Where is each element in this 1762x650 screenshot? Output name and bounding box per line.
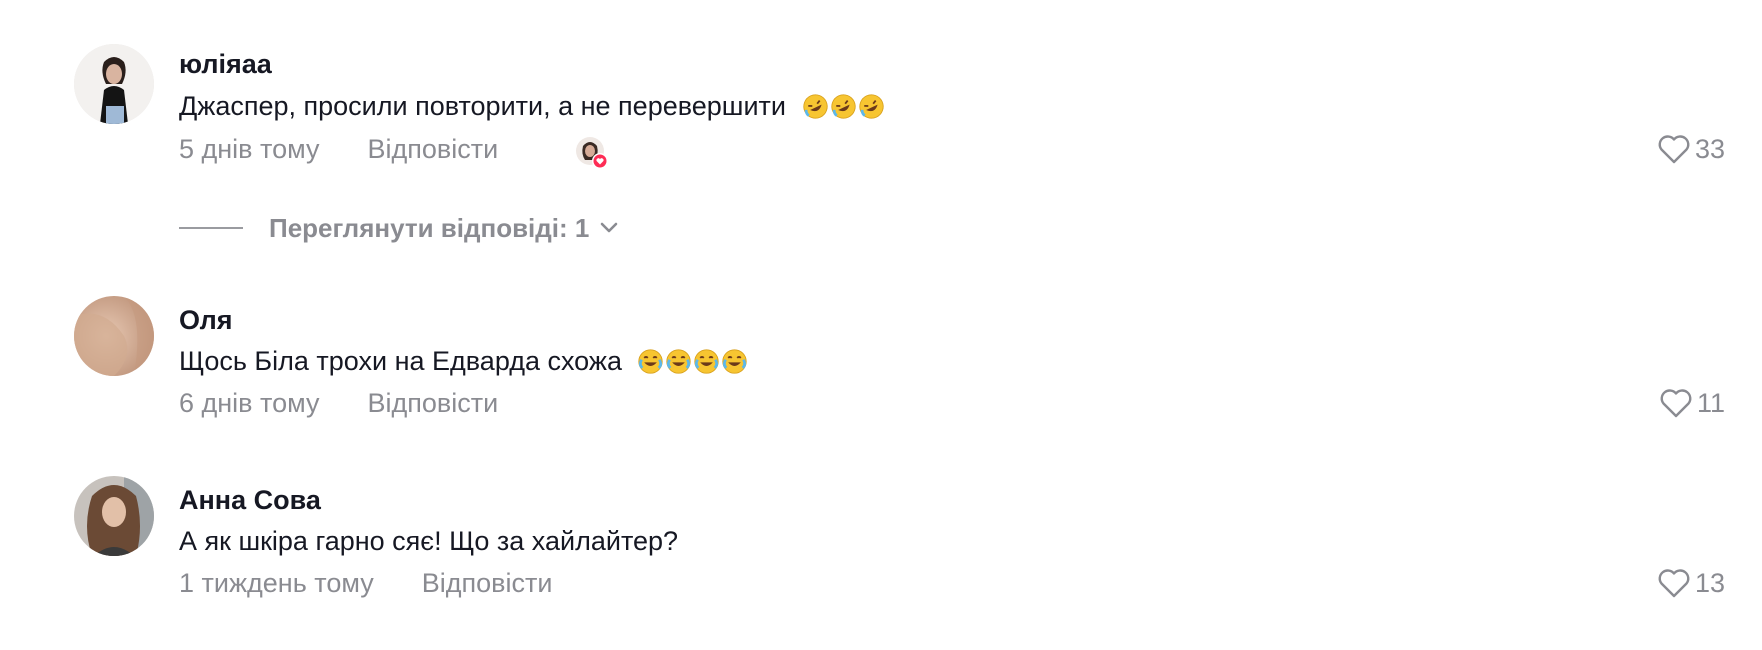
avatar[interactable] — [74, 44, 154, 124]
avatar[interactable] — [74, 296, 154, 376]
comment-meta: 1 тиждень тому Відповісти — [179, 566, 552, 600]
comment-text-content: Джаспер, просили повторити, а не перевер… — [179, 91, 786, 121]
comment-item: юліяаа Джаспер, просили повторити, а не … — [0, 0, 1762, 243]
tears-of-joy-emoji-icon — [666, 349, 692, 374]
rolling-laughing-emoji-icon — [858, 94, 884, 119]
comment-meta: 6 днів тому Відповісти — [179, 386, 498, 420]
comment-item: Оля Щось Біла трохи на Едварда схожа 6 д… — [0, 290, 1762, 440]
view-replies-label: Переглянути відповіді: 1 — [269, 213, 590, 243]
reply-button[interactable]: Відповісти — [367, 132, 498, 166]
comment-text: А як шкіра гарно сяє! Що за хайлайтер? — [179, 524, 678, 558]
like-count: 33 — [1694, 134, 1725, 164]
comment-meta: 5 днів тому Відповісти — [179, 132, 498, 166]
creator-liked-badge-icon — [576, 137, 608, 169]
comment-text: Щось Біла трохи на Едварда схожа — [179, 344, 748, 378]
comment-text: Джаспер, просили повторити, а не перевер… — [179, 89, 885, 123]
tears-of-joy-emoji-icon — [638, 349, 664, 374]
reply-button[interactable]: Відповісти — [422, 566, 553, 600]
comment-text-content: А як шкіра гарно сяє! Що за хайлайтер? — [179, 526, 679, 556]
comment-time: 1 тиждень тому — [179, 568, 374, 598]
comment-username[interactable]: Оля — [179, 304, 233, 336]
heart-icon — [1658, 135, 1690, 164]
comment-text-content: Щось Біла трохи на Едварда схожа — [179, 346, 622, 376]
like-count: 13 — [1694, 568, 1725, 598]
comment-time: 5 днів тому — [179, 134, 320, 164]
comment-username[interactable]: Анна Сова — [179, 484, 321, 516]
like-button[interactable]: 13 — [1657, 566, 1725, 600]
chevron-down-icon — [601, 222, 618, 233]
like-count: 11 — [1696, 388, 1725, 418]
comment-time: 6 днів тому — [179, 388, 320, 418]
comment-username[interactable]: юліяаа — [179, 48, 272, 80]
rolling-laughing-emoji-icon — [802, 94, 828, 119]
rolling-laughing-emoji-icon — [830, 94, 856, 119]
view-replies-button[interactable]: Переглянути відповіді: 1 — [179, 212, 619, 244]
like-button[interactable]: 11 — [1659, 386, 1725, 420]
comment-item: Анна Сова А як шкіра гарно сяє! Що за ха… — [0, 470, 1762, 620]
heart-icon — [1658, 569, 1690, 598]
like-button[interactable]: 33 — [1657, 132, 1725, 166]
tears-of-joy-emoji-icon — [694, 349, 720, 374]
avatar[interactable] — [74, 476, 154, 556]
divider-line — [179, 227, 243, 229]
heart-icon — [1660, 389, 1692, 418]
reply-button[interactable]: Відповісти — [367, 386, 498, 420]
tears-of-joy-emoji-icon — [722, 349, 748, 374]
